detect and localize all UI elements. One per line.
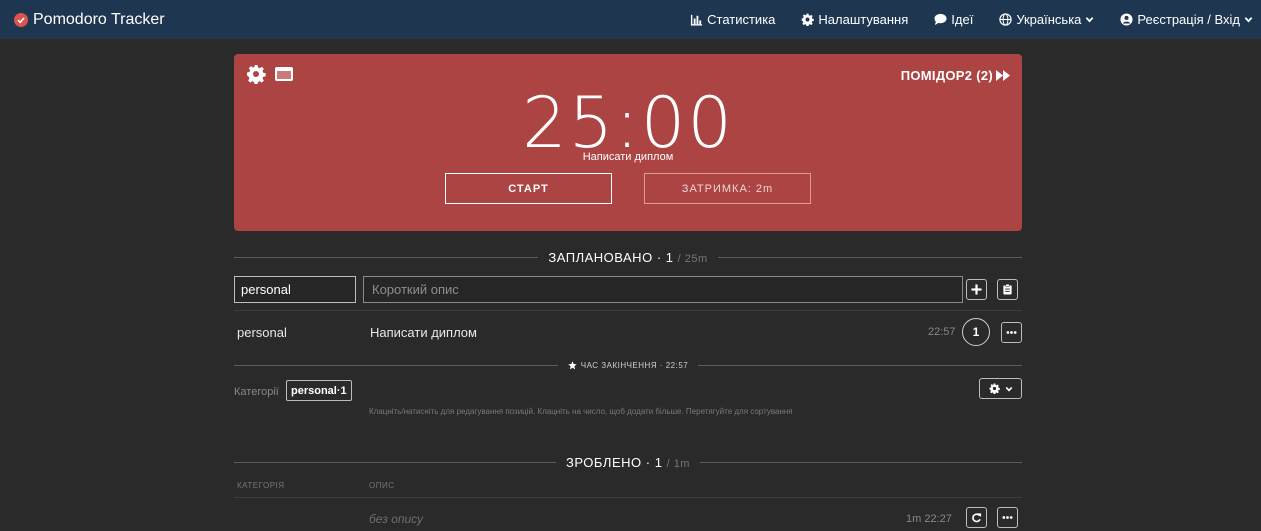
done-title: ЗРОБЛЕНО xyxy=(566,455,642,470)
column-header-category: КАТЕГОРІЯ xyxy=(237,481,285,490)
nav-settings-label: Налаштування xyxy=(818,12,909,27)
end-time-label: ЧАС ЗАКІНЧЕННЯ · 22:57 xyxy=(580,361,689,370)
star-icon xyxy=(568,361,577,370)
planned-duration: 25m xyxy=(684,253,708,265)
chat-bubble-icon xyxy=(934,13,947,26)
task-category[interactable]: personal xyxy=(237,325,287,340)
nav-stats[interactable]: Статистика xyxy=(690,12,775,27)
nav-links: Статистика Налаштування Ідеї Українська xyxy=(664,0,1253,39)
category-input[interactable] xyxy=(234,276,356,303)
timer-card: ПОМІДОР2 (2) 25:00 Написати диплом СТАРТ… xyxy=(234,54,1022,231)
check-circle-icon xyxy=(14,12,28,27)
more-icon xyxy=(1006,331,1017,334)
chevron-down-icon xyxy=(1000,380,1013,398)
column-header-description: ОПИС xyxy=(369,481,395,490)
usage-hint: Клацніть/натисніть для редагування позиц… xyxy=(369,407,793,416)
planned-heading: ЗАПЛАНОВАНО · 1 / 25m xyxy=(234,250,1022,265)
card-tools xyxy=(246,64,302,84)
planned-title: ЗАПЛАНОВАНО xyxy=(548,250,653,265)
top-navbar: Pomodoro Tracker Статистика Налаштування… xyxy=(0,0,1261,39)
divider-line xyxy=(234,462,557,463)
categories-label: Категорії xyxy=(234,386,279,398)
task-end-time: 22:57 xyxy=(928,326,956,338)
done-task-description[interactable]: без опису xyxy=(369,512,423,526)
divider-line xyxy=(234,310,1022,311)
divider-line xyxy=(717,257,1022,258)
fast-forward-icon xyxy=(996,70,1010,81)
bar-chart-icon xyxy=(690,13,703,26)
done-more-button[interactable] xyxy=(997,507,1018,528)
done-task-meta: 1m 22:27 xyxy=(906,513,952,525)
brand-name: Pomodoro Tracker xyxy=(33,10,165,28)
plus-icon xyxy=(971,284,982,295)
nav-auth-label: Реєстрація / Вхід xyxy=(1137,12,1240,27)
task-description[interactable]: Написати диплом xyxy=(370,325,477,340)
divider-line xyxy=(698,365,1023,366)
chevron-down-icon xyxy=(1244,15,1253,24)
divider-line xyxy=(234,497,1022,498)
timer-task-name: Написати диплом xyxy=(582,151,674,163)
redo-task-button[interactable] xyxy=(966,507,987,528)
done-task-duration: 1m xyxy=(906,513,922,525)
nav-settings[interactable]: Налаштування xyxy=(801,12,908,27)
nav-auth[interactable]: Реєстрація / Вхід xyxy=(1120,12,1253,27)
nav-ideas[interactable]: Ідеї xyxy=(934,12,973,27)
divider-line xyxy=(234,365,558,366)
paste-tasks-button[interactable] xyxy=(997,279,1018,300)
gear-icon xyxy=(989,383,1000,394)
nav-stats-label: Статистика xyxy=(707,12,776,27)
add-task-button[interactable] xyxy=(966,279,987,300)
done-duration: 1m xyxy=(673,458,690,470)
next-pomodoro-label: ПОМІДОР2 (2) xyxy=(900,68,993,83)
window-icon[interactable] xyxy=(274,64,294,84)
nav-ideas-label: Ідеї xyxy=(951,12,974,27)
divider-line xyxy=(234,257,539,258)
category-chip-name: personal xyxy=(291,384,337,397)
done-count: 1 xyxy=(654,455,663,470)
start-button[interactable]: СТАРТ xyxy=(445,173,612,204)
category-chip-count: 1 xyxy=(340,384,347,397)
pomodoro-count-button[interactable]: 1 xyxy=(962,318,990,346)
done-heading: ЗРОБЛЕНО · 1 / 1m xyxy=(234,455,1022,470)
chevron-down-icon xyxy=(1085,15,1094,24)
gear-icon xyxy=(801,13,815,26)
more-icon xyxy=(1002,516,1013,519)
done-task-time: 22:27 xyxy=(924,513,952,525)
globe-icon xyxy=(999,13,1012,26)
nav-language[interactable]: Українська xyxy=(999,12,1094,27)
task-more-button[interactable] xyxy=(1001,322,1022,343)
divider-line xyxy=(699,462,1022,463)
description-input[interactable] xyxy=(363,276,963,303)
clipboard-icon xyxy=(1003,284,1012,295)
next-pomodoro-link[interactable]: ПОМІДОР2 (2) xyxy=(901,68,1010,83)
nav-language-label: Українська xyxy=(1016,12,1082,27)
brand[interactable]: Pomodoro Tracker xyxy=(0,0,165,39)
end-time-heading: ЧАС ЗАКІНЧЕННЯ · 22:57 xyxy=(234,361,1023,370)
list-settings-dropdown[interactable] xyxy=(979,378,1022,399)
planned-count: 1 xyxy=(665,250,674,265)
category-chip-personal[interactable]: personal · 1 xyxy=(286,380,352,401)
gear-icon[interactable] xyxy=(246,64,266,84)
redo-icon xyxy=(972,513,982,523)
user-circle-icon xyxy=(1120,13,1133,26)
delay-button[interactable]: ЗАТРИМКА: 2m xyxy=(644,173,811,204)
